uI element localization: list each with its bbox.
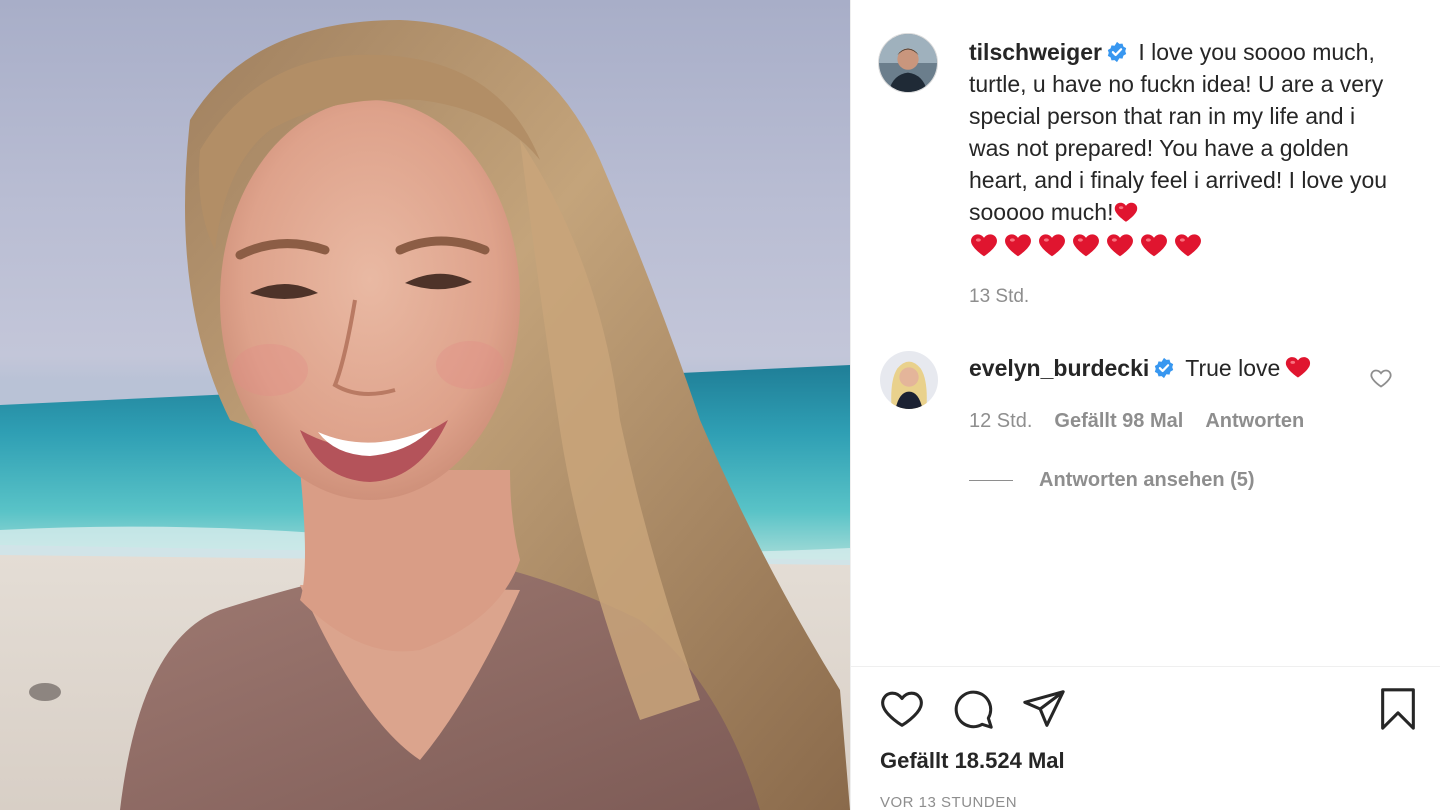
author-username[interactable]: tilschweiger <box>969 39 1102 65</box>
comment-time[interactable]: 12 Std. <box>969 410 1032 433</box>
heart-emoji-icon <box>1175 234 1201 257</box>
author-avatar[interactable] <box>878 33 938 93</box>
post-likes-count[interactable]: Gefällt 18.524 Mal <box>880 748 1065 774</box>
avatar-woman-icon <box>880 351 938 409</box>
reply-button[interactable]: Antworten <box>1205 410 1304 433</box>
bookmark-icon <box>1381 688 1415 730</box>
heart-emoji-icon <box>1039 234 1065 257</box>
comment-like-heart-icon[interactable] <box>1369 366 1395 390</box>
verified-badge-icon <box>1153 357 1175 379</box>
heart-emoji-icon <box>1280 355 1312 381</box>
replies-divider-line <box>969 480 1013 481</box>
avatar-man-icon <box>879 34 937 92</box>
caption-time[interactable]: 13 Std. <box>969 286 1029 308</box>
heart-emoji-icon <box>1113 199 1139 225</box>
post-caption: tilschweiger I love you soooo much, turt… <box>969 36 1399 262</box>
heart-emoji-icon <box>1073 234 1099 257</box>
heart-emoji-icon <box>1107 234 1133 257</box>
caption-hearts-row <box>969 230 1399 262</box>
comment-likes[interactable]: Gefällt 98 Mal <box>1054 410 1183 433</box>
heart-emoji-icon <box>1005 234 1031 257</box>
heart-outline-icon <box>881 691 923 727</box>
share-button[interactable] <box>1021 686 1067 732</box>
comment-text: True love <box>1185 355 1281 381</box>
post-side-panel: tilschweiger I love you soooo much, turt… <box>850 0 1440 810</box>
comment-button[interactable] <box>950 686 996 732</box>
commenter-username[interactable]: evelyn_burdecki <box>969 355 1149 381</box>
heart-emoji-icon <box>1141 234 1167 257</box>
view-replies-button[interactable]: Antworten ansehen (5) <box>969 469 1255 492</box>
actions-divider <box>851 666 1440 667</box>
caption-text: I love you soooo much, turtle, u have no… <box>969 39 1388 225</box>
verified-badge-icon <box>1106 41 1128 63</box>
post-photo[interactable] <box>0 0 850 810</box>
comment: evelyn_burdecki True love <box>969 352 1409 384</box>
commenter-avatar[interactable] <box>880 351 938 409</box>
save-button[interactable] <box>1375 686 1421 732</box>
comment-meta: 12 Std. Gefällt 98 Mal Antworten <box>969 410 1304 433</box>
like-button[interactable] <box>879 686 925 732</box>
view-replies-label: Antworten ansehen (5) <box>1039 469 1255 491</box>
paper-plane-icon <box>1023 690 1065 727</box>
photo-illustration <box>0 20 850 810</box>
post-timestamp: VOR 13 STUNDEN <box>880 794 1018 810</box>
heart-emoji-icon <box>971 234 997 257</box>
comment-bubble-icon <box>954 690 993 729</box>
